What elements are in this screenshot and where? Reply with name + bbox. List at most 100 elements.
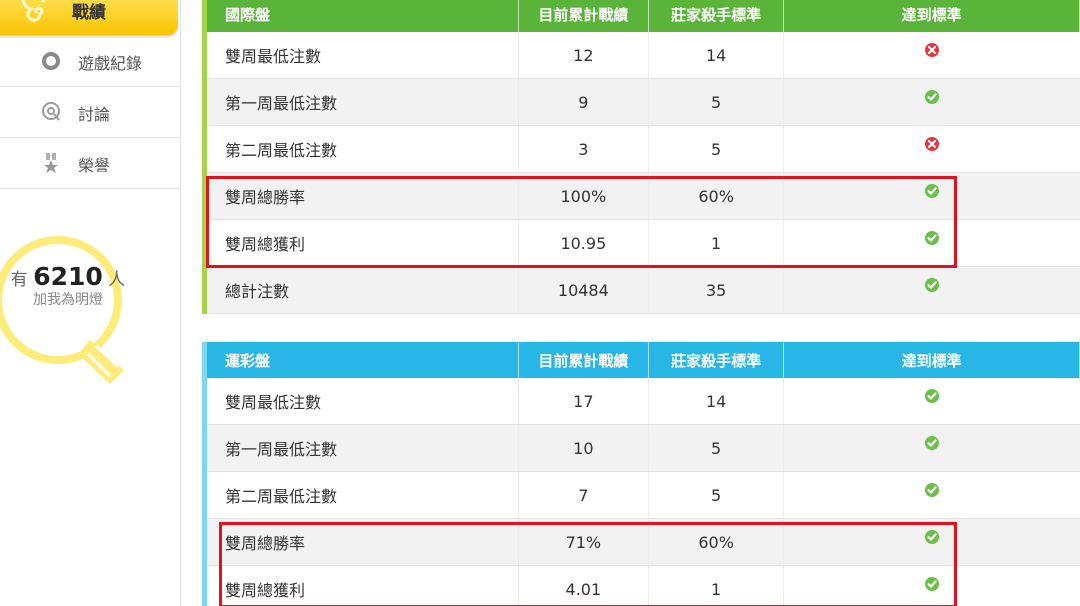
sidebar-item-label: 榮譽 [78, 156, 111, 175]
row-standard: 60% [648, 518, 785, 566]
spiral-icon [21, 0, 45, 22]
header-board: 運彩盤 [204, 342, 519, 378]
row-name: 第一周最低注數 [204, 78, 519, 126]
sidebar-item-honor[interactable]: 榮譽 [0, 138, 180, 189]
medal-icon [44, 153, 58, 173]
check-icon [924, 231, 939, 245]
check-icon [924, 90, 939, 104]
row-current: 10.95 [518, 219, 650, 267]
row-status [783, 378, 1080, 425]
sidebar-item-record[interactable]: 戰績 [0, 0, 178, 35]
row-name: 第一周最低注數 [204, 424, 519, 472]
row-name: 總計注數 [204, 266, 519, 314]
table-row: 雙周總獲利 10.95 1 [204, 219, 1080, 267]
row-name: 雙周總獲利 [204, 219, 519, 267]
row-standard: 5 [648, 125, 785, 173]
header-current: 目前累計戰績 [518, 342, 650, 378]
light-count[interactable]: 有 6210 人 加我為明燈 [8, 262, 128, 309]
header-standard: 莊家殺手標準 [648, 0, 785, 32]
table-row: 雙周最低注數 12 14 [204, 32, 1080, 79]
cross-icon [924, 137, 939, 151]
table-row: 第二周最低注數 7 5 [204, 471, 1080, 519]
row-standard: 5 [648, 78, 785, 126]
row-status [783, 78, 1080, 126]
row-standard: 1 [648, 565, 785, 606]
row-name: 第二周最低注數 [204, 125, 519, 173]
row-standard: 35 [648, 266, 785, 314]
table-body: 雙周最低注數 12 14 第一周最低注數 9 5 第二周最低注數 3 5 雙周總勝率 100% 60%… [204, 32, 1080, 314]
sports-lottery-table: 運彩盤 目前累計戰績 莊家殺手標準 達到標準 雙周最低注數 17 14 第一周最低注數… [202, 342, 1080, 606]
check-icon [924, 577, 939, 591]
row-standard: 1 [648, 219, 785, 267]
table-header: 運彩盤 目前累計戰績 莊家殺手標準 達到標準 [204, 342, 1080, 378]
row-standard: 60% [648, 172, 785, 220]
check-icon [924, 389, 939, 403]
table-body: 雙周最低注數 17 14 第一周最低注數 10 5 第二周最低注數 7 5 雙周總勝率 71% 60%… [204, 378, 1080, 606]
lightbulb-icon [0, 236, 124, 384]
table-row: 總計注數 10484 35 [204, 266, 1080, 314]
row-current: 4.01 [518, 565, 650, 606]
row-status [783, 565, 1080, 606]
page: 戰績 遊戲紀錄 討論 榮譽 有 6210 人 加我為明燈 國際盤 目前累計戰績 … [0, 0, 1080, 606]
header-current: 目前累計戰績 [518, 0, 650, 32]
add-as-light-label: 加我為明燈 [33, 292, 103, 308]
row-standard: 14 [648, 378, 785, 425]
row-status [783, 424, 1080, 472]
row-status [783, 219, 1080, 267]
row-current: 10484 [518, 266, 650, 314]
row-name: 雙周總勝率 [204, 172, 519, 220]
follower-count: 6210 [33, 262, 103, 291]
row-current: 12 [518, 32, 650, 79]
table-row: 雙周最低注數 17 14 [204, 378, 1080, 425]
check-icon [924, 530, 939, 544]
row-standard: 5 [648, 471, 785, 519]
header-reached: 達到標準 [783, 0, 1080, 32]
circle-icon [42, 52, 60, 70]
row-current: 71% [518, 518, 650, 566]
sidebar-item-discussion[interactable]: 討論 [0, 87, 180, 138]
row-current: 10 [518, 424, 650, 472]
row-current: 9 [518, 78, 650, 126]
table-row: 第一周最低注數 9 5 [204, 78, 1080, 126]
international-table: 國際盤 目前累計戰績 莊家殺手標準 達到標準 雙周最低注數 12 14 第一周最低注數… [202, 0, 1080, 314]
row-status [783, 172, 1080, 220]
row-current: 17 [518, 378, 650, 425]
check-icon [924, 278, 939, 292]
row-current: 100% [518, 172, 650, 220]
sidebar-item-label: 討論 [78, 105, 111, 124]
row-name: 雙周最低注數 [204, 378, 519, 425]
table-row: 第二周最低注數 3 5 [204, 125, 1080, 173]
row-status [783, 125, 1080, 173]
row-status [783, 471, 1080, 519]
sidebar: 戰績 遊戲紀錄 討論 榮譽 有 6210 人 加我為明燈 [0, 0, 181, 606]
sidebar-item-game-log[interactable]: 遊戲紀錄 [0, 36, 180, 87]
table-row: 雙周總獲利 4.01 1 [204, 565, 1080, 606]
chat-icon [42, 102, 60, 121]
header-board: 國際盤 [204, 0, 519, 32]
sidebar-item-label: 戰績 [72, 3, 106, 23]
cross-icon [924, 43, 939, 57]
row-status [783, 32, 1080, 79]
table-row: 雙周總勝率 71% 60% [204, 518, 1080, 566]
row-status [783, 518, 1080, 566]
check-icon [924, 184, 939, 198]
table-row: 雙周總勝率 100% 60% [204, 172, 1080, 220]
row-name: 雙周總獲利 [204, 565, 519, 606]
row-status [783, 266, 1080, 314]
check-icon [924, 436, 939, 450]
header-standard: 莊家殺手標準 [648, 342, 785, 378]
check-icon [924, 483, 939, 497]
table-header: 國際盤 目前累計戰績 莊家殺手標準 達到標準 [204, 0, 1080, 32]
sidebar-item-label: 遊戲紀錄 [78, 54, 143, 73]
row-current: 7 [518, 471, 650, 519]
row-name: 雙周總勝率 [204, 518, 519, 566]
table-row: 第一周最低注數 10 5 [204, 424, 1080, 472]
bulb-prefix: 有 [10, 270, 28, 290]
row-standard: 5 [648, 424, 785, 472]
row-name: 第二周最低注數 [204, 471, 519, 519]
row-name: 雙周最低注數 [204, 32, 519, 79]
header-reached: 達到標準 [783, 342, 1080, 378]
bulb-suffix: 人 [108, 270, 126, 290]
row-standard: 14 [648, 32, 785, 79]
row-current: 3 [518, 125, 650, 173]
